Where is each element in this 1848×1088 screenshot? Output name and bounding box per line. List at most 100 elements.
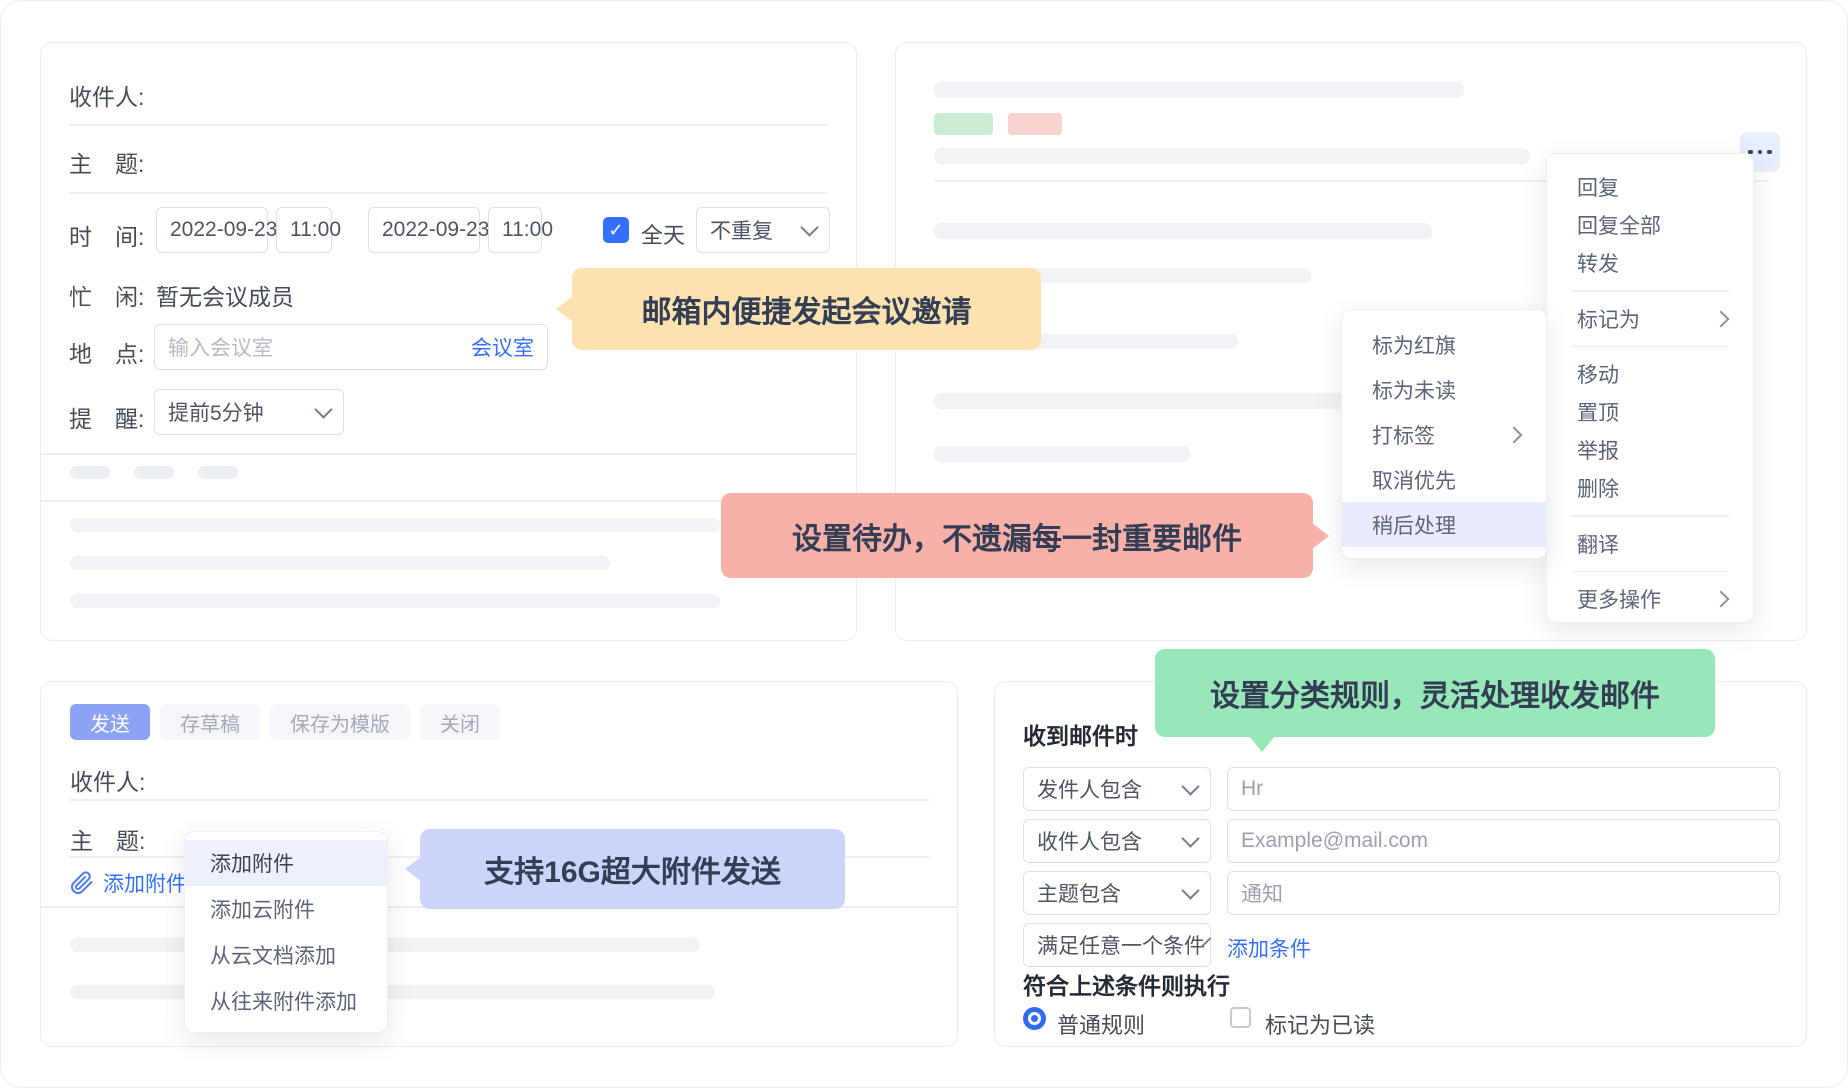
attachment-callout: 支持16G超大附件发送 <box>420 829 845 909</box>
menu-divider <box>1571 515 1729 517</box>
normal-rule-label: 普通规则 <box>1057 1008 1145 1040</box>
menu-divider <box>1571 290 1729 292</box>
menu-item-mark-as[interactable]: 标记为 <box>1547 300 1753 338</box>
menu-divider <box>1571 346 1729 348</box>
chevron-down-icon <box>800 218 818 236</box>
menu-divider <box>1571 571 1729 573</box>
text-skeleton <box>70 594 720 608</box>
callout-tail-right <box>1312 523 1329 549</box>
divider <box>41 453 856 455</box>
submenu-item-tag[interactable]: 打标签 <box>1342 412 1546 457</box>
check-icon: ✓ <box>608 220 623 241</box>
text-skeleton <box>934 148 1530 164</box>
divider <box>69 124 828 126</box>
menu-item-pin[interactable]: 置顶 <box>1547 393 1753 431</box>
end-time-input[interactable]: 11:00 <box>488 207 542 253</box>
callout-tail-left <box>556 296 573 322</box>
attach-dropdown-menu: 添加附件 添加云附件 从云文档添加 从往来附件添加 <box>184 831 388 1033</box>
mail-context-menu: 回复 回复全部 转发 标记为 移动 置顶 举报 删除 翻译 更多操作 <box>1546 153 1754 623</box>
chevron-right-icon <box>1713 591 1730 608</box>
chevron-right-icon <box>1506 426 1523 443</box>
rule-value-input[interactable]: Hr <box>1227 767 1780 811</box>
red-tag-chip <box>1008 113 1062 135</box>
subject-label: 主 题: <box>70 822 145 856</box>
attach-file-link[interactable]: 添加附件 <box>70 868 187 898</box>
text-skeleton <box>70 518 720 532</box>
execute-header: 符合上述条件则执行 <box>1023 967 1230 1001</box>
attach-menu-item-cloud-file[interactable]: 添加云附件 <box>185 886 387 932</box>
menu-item-reply-all[interactable]: 回复全部 <box>1547 206 1753 244</box>
subject-label: 主 题: <box>69 145 144 179</box>
chevron-down-icon <box>1181 829 1199 847</box>
submenu-item-cancel-priority[interactable]: 取消优先 <box>1342 457 1546 502</box>
text-skeleton <box>934 446 1190 462</box>
menu-item-move[interactable]: 移动 <box>1547 355 1753 393</box>
menu-item-reply[interactable]: 回复 <box>1547 168 1753 206</box>
normal-rule-radio[interactable] <box>1023 1007 1046 1030</box>
text-skeleton <box>934 82 1464 98</box>
time-label: 时 间: <box>69 218 144 252</box>
todo-callout: 设置待办，不遗漏每一封重要邮件 <box>721 493 1313 578</box>
attach-link-label: 添加附件 <box>103 868 187 898</box>
close-button[interactable]: 关闭 <box>420 704 500 740</box>
divider <box>69 192 828 194</box>
mark-read-checkbox[interactable] <box>1230 1007 1251 1028</box>
callout-tail-down <box>1249 736 1275 752</box>
menu-item-delete[interactable]: 删除 <box>1547 469 1753 507</box>
toolbar-skeleton <box>134 466 174 479</box>
green-tag-chip <box>934 113 993 135</box>
rule-match-mode-select[interactable]: 满足任意一个条件 <box>1023 923 1211 967</box>
mark-read-label: 标记为已读 <box>1265 1008 1375 1040</box>
rules-header: 收到邮件时 <box>1023 717 1138 751</box>
meeting-callout: 邮箱内便捷发起会议邀请 <box>572 268 1041 350</box>
reminder-label: 提 醒: <box>69 400 144 434</box>
text-skeleton <box>70 985 715 999</box>
add-condition-link[interactable]: 添加条件 <box>1227 933 1311 963</box>
mark-as-submenu: 标为红旗 标为未读 打标签 取消优先 稍后处理 <box>1341 309 1547 559</box>
toolbar-skeleton <box>70 466 110 479</box>
reminder-select-value: 提前5分钟 <box>168 397 264 427</box>
toolbar-skeleton <box>198 466 238 479</box>
all-day-checkbox[interactable]: ✓ <box>603 217 629 243</box>
rules-callout: 设置分类规则，灵活处理收发邮件 <box>1155 649 1715 737</box>
busy-label: 忙 闲: <box>69 278 144 312</box>
repeat-select[interactable]: 不重复 <box>696 207 830 253</box>
rule-condition-select[interactable]: 收件人包含 <box>1023 819 1211 863</box>
start-time-input[interactable]: 11:00 <box>276 207 332 253</box>
location-label: 地 点: <box>69 335 144 369</box>
compose-toolbar: 发送 存草稿 保存为模版 关闭 <box>70 704 500 740</box>
meeting-room-link[interactable]: 会议室 <box>471 332 534 362</box>
start-date-input[interactable]: 2022-09-23 <box>156 207 268 253</box>
menu-item-translate[interactable]: 翻译 <box>1547 525 1753 563</box>
rule-value-input[interactable]: 通知 <box>1227 871 1780 915</box>
rule-value-input[interactable]: Example@mail.com <box>1227 819 1780 863</box>
location-placeholder: 输入会议室 <box>168 332 273 362</box>
submenu-item-unread[interactable]: 标为未读 <box>1342 367 1546 412</box>
attach-menu-item-file[interactable]: 添加附件 <box>185 840 387 886</box>
text-skeleton <box>70 556 610 570</box>
recipient-label: 收件人: <box>69 78 144 112</box>
send-button[interactable]: 发送 <box>70 704 150 740</box>
menu-item-report[interactable]: 举报 <box>1547 431 1753 469</box>
location-input[interactable]: 输入会议室 会议室 <box>154 324 548 370</box>
rule-condition-select[interactable]: 发件人包含 <box>1023 767 1211 811</box>
save-as-template-button[interactable]: 保存为模版 <box>270 704 410 740</box>
feature-showcase: 收件人: 主 题: 时 间: 2022-09-23 11:00 2022-09-… <box>0 0 1848 1088</box>
callout-tail-left <box>405 857 421 881</box>
chevron-down-icon <box>1181 881 1199 899</box>
end-date-input[interactable]: 2022-09-23 <box>368 207 480 253</box>
busy-value: 暂无会议成员 <box>156 278 294 312</box>
recipient-label: 收件人: <box>70 763 145 797</box>
menu-item-forward[interactable]: 转发 <box>1547 244 1753 282</box>
save-draft-button[interactable]: 存草稿 <box>160 704 260 740</box>
attach-menu-item-history[interactable]: 从往来附件添加 <box>185 978 387 1024</box>
text-skeleton <box>934 393 1347 409</box>
rule-condition-select[interactable]: 主题包含 <box>1023 871 1211 915</box>
chevron-down-icon <box>1181 777 1199 795</box>
menu-item-more-actions[interactable]: 更多操作 <box>1547 580 1753 618</box>
divider <box>69 799 929 801</box>
reminder-select[interactable]: 提前5分钟 <box>154 389 344 435</box>
submenu-item-handle-later[interactable]: 稍后处理 <box>1342 502 1546 547</box>
attach-menu-item-cloud-doc[interactable]: 从云文档添加 <box>185 932 387 978</box>
submenu-item-flag[interactable]: 标为红旗 <box>1342 322 1546 367</box>
